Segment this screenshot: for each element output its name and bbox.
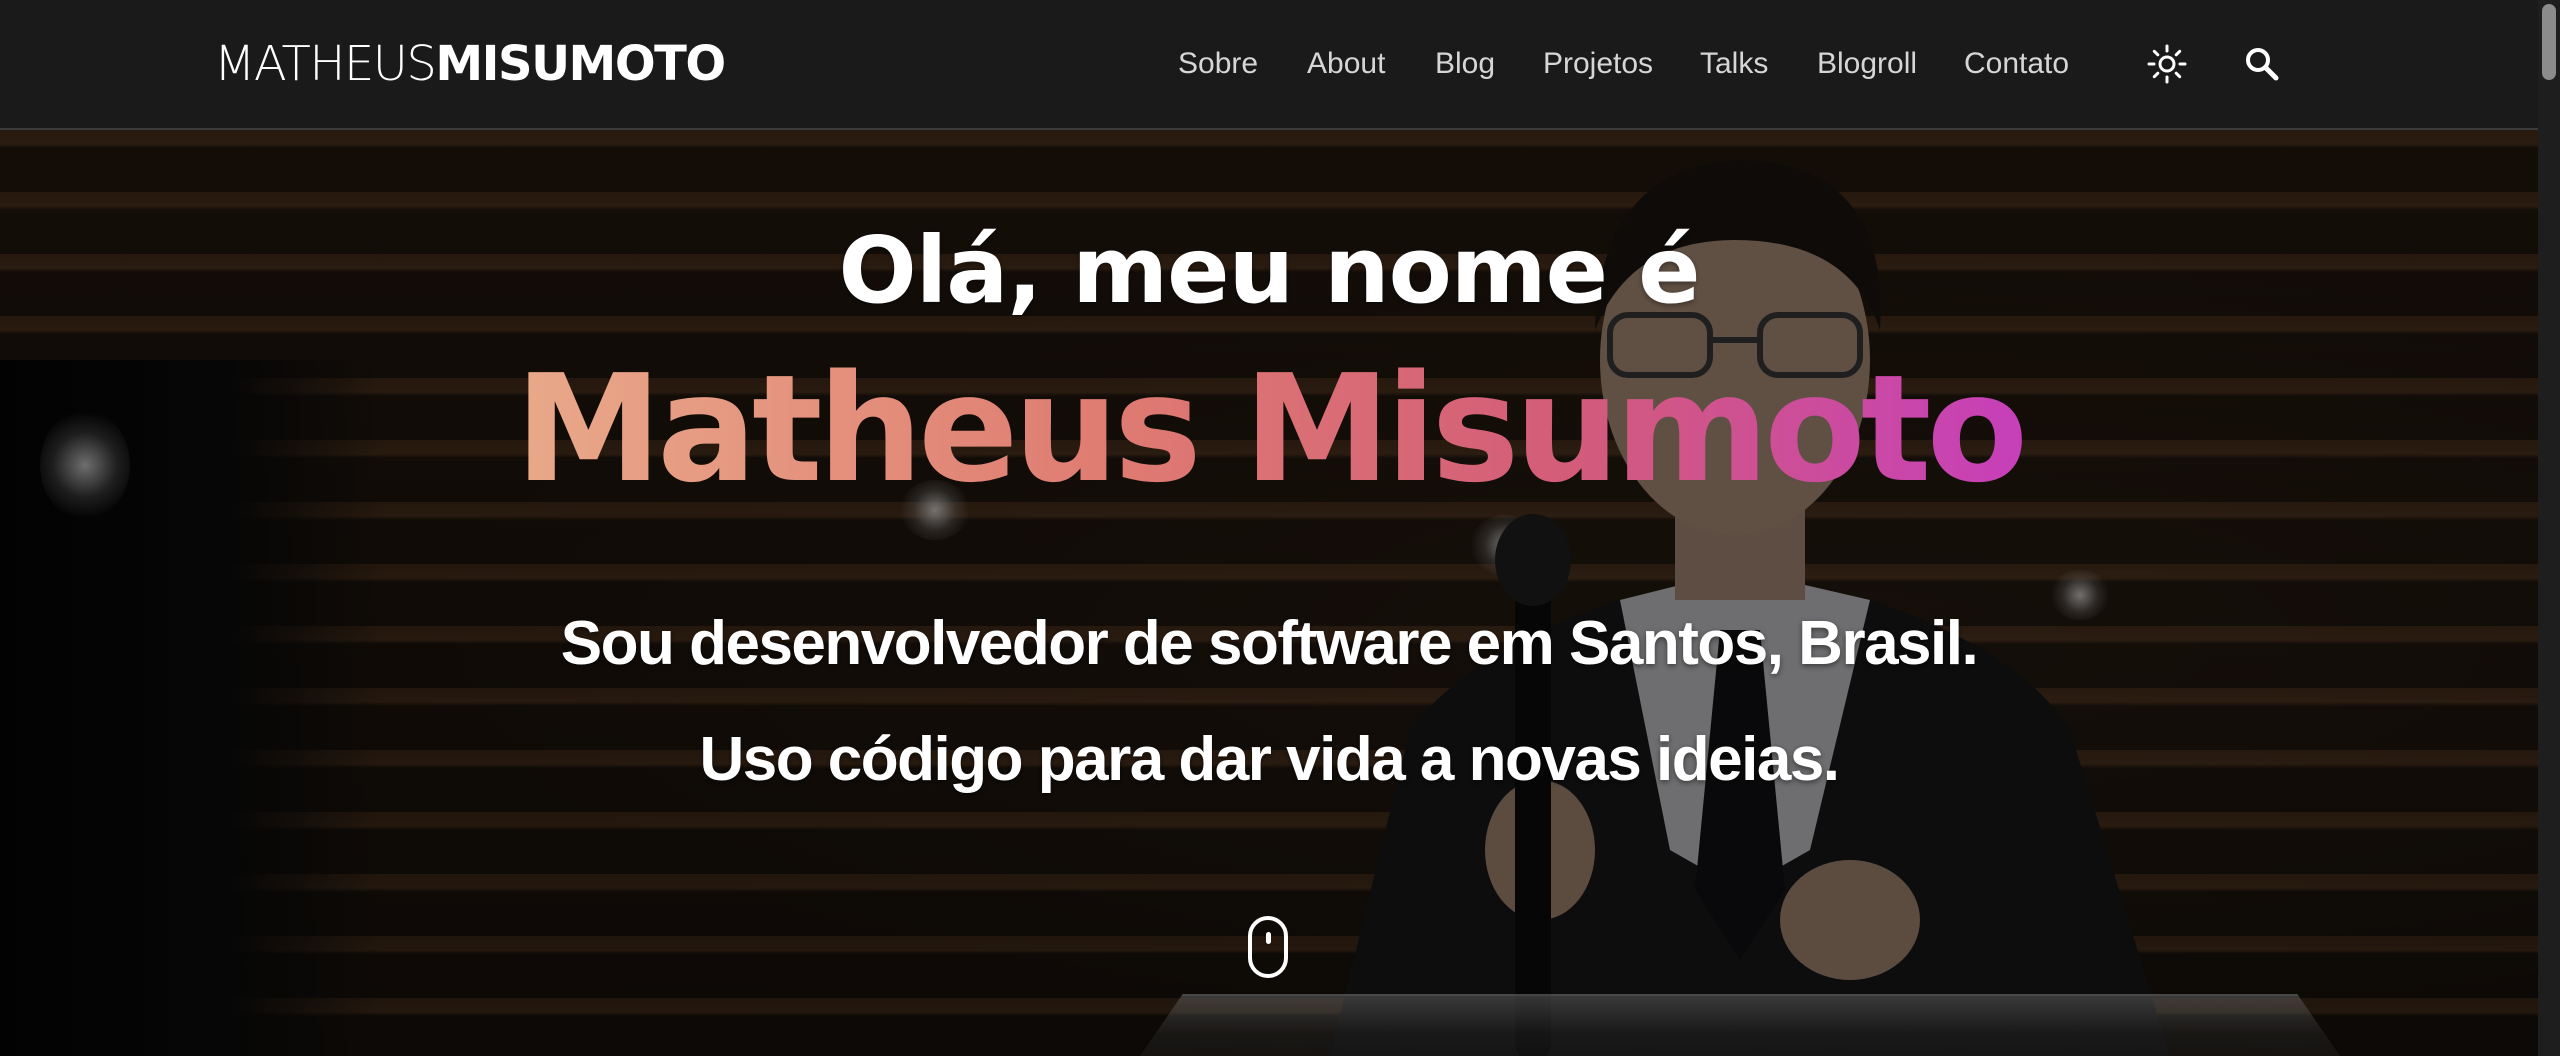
hero-name-text: Matheus Misumoto xyxy=(514,343,2028,515)
search-button[interactable] xyxy=(2238,40,2286,88)
nav-item-blogroll[interactable]: Blogroll xyxy=(1817,42,1917,86)
scrollbar-thumb[interactable] xyxy=(2542,4,2556,80)
hero-tagline-location: Sou desenvolvedor de software em Santos,… xyxy=(560,609,1979,678)
nav-item-projetos[interactable]: Projetos xyxy=(1543,42,1653,86)
nav-item-about[interactable]: About xyxy=(1307,42,1385,86)
page: MATHEUSMISUMOTO Sobre About Blog Projeto… xyxy=(0,0,2560,1056)
hero-section: Olá, meu nome é Matheus Misumoto Sou des… xyxy=(0,130,2538,1056)
mouse-wheel xyxy=(1266,932,1271,944)
hero-tagline-mission: Uso código para dar vida a novas ideias. xyxy=(699,725,1840,794)
sun-icon xyxy=(2147,44,2187,84)
hero-greeting: Olá, meu nome é xyxy=(838,217,1701,324)
hero-name: Matheus Misumoto xyxy=(0,344,2538,514)
mouse-scroll-icon[interactable] xyxy=(1248,916,1288,978)
logo-last-name: MISUMOTO xyxy=(435,36,726,92)
page-scrollbar[interactable] xyxy=(2538,0,2560,1056)
nav-item-contato[interactable]: Contato xyxy=(1964,42,2069,86)
logo-first-name: MATHEUS xyxy=(214,36,437,92)
nav-item-talks[interactable]: Talks xyxy=(1700,42,1768,86)
nav-item-blog[interactable]: Blog xyxy=(1435,42,1495,86)
search-icon xyxy=(2246,48,2279,81)
site-header: MATHEUSMISUMOTO Sobre About Blog Projeto… xyxy=(0,0,2538,130)
nav-item-sobre[interactable]: Sobre xyxy=(1178,42,1258,86)
site-logo[interactable]: MATHEUSMISUMOTO xyxy=(214,34,726,94)
theme-toggle-button[interactable] xyxy=(2143,40,2191,88)
